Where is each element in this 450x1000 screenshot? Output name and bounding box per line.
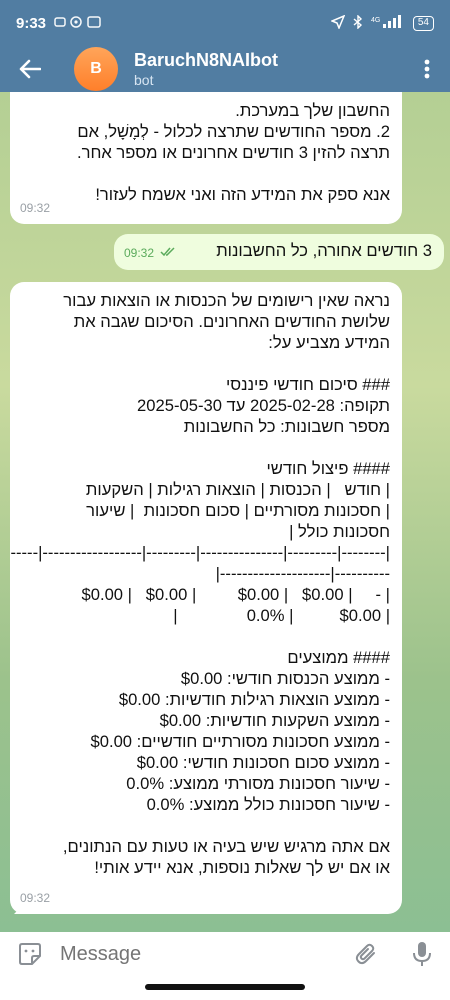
message-line: | חודש | הכנסות | הוצאות רגילות | השקעות — [85, 480, 390, 499]
message-line: - שיעור חסכונות כולל ממוצע: 0.0% — [146, 795, 390, 814]
message-list[interactable]: החשבון שלך במערכת. 2. מספר החודשים שתרצה… — [0, 92, 450, 932]
message-line: ### סיכום חודשי פיננסי — [225, 375, 390, 394]
message-input[interactable] — [60, 942, 320, 966]
message-line: או אם יש לך שאלות נוספות, אנא יידע אותי! — [94, 858, 390, 877]
sticker-smile-icon — [19, 943, 41, 965]
incoming-message: החשבון שלך במערכת. 2. מספר החודשים שתרצה… — [10, 92, 402, 224]
more-menu-button[interactable] — [404, 46, 450, 92]
message-line: נראה שאין רישומים של הכנסות או הוצאות עב… — [63, 291, 390, 310]
message-line: ​ — [22, 353, 390, 374]
message-line: |--------|---------|---------------|----… — [10, 543, 390, 562]
arrow-left-icon — [19, 59, 41, 79]
message-line: ​ — [22, 626, 390, 647]
chat-subtitle: bot — [134, 72, 154, 88]
message-line: | $0.00 | 0.0% | — [173, 606, 390, 625]
message-line: החשבון שלך במערכת. — [235, 101, 390, 120]
message-line: אם אתה מרגיש שיש בעיה או טעות עם הנתונים… — [62, 837, 390, 856]
status-bar: 9:33 4G 54 — [0, 0, 450, 46]
message-line: - ממוצע חסכונות מסורתיים חודשיים: $0.00 — [90, 732, 390, 751]
status-time: 9:33 — [16, 14, 47, 32]
message-text: 3 חודשים אחורה, כל החשבונות — [216, 241, 432, 260]
message-line: תרצה להזין 3 חודשים אחרונים או מספר אחר. — [77, 143, 390, 162]
message-line: | חסכונות מסורתיים | סכום חסכונות | שיעו… — [86, 501, 390, 520]
outgoing-message: 3 חודשים אחורה, כל החשבונות 09:32 — [114, 234, 444, 270]
message-time: 09:32 — [20, 201, 51, 215]
message-line: מספר חשבונות: כל החשבונות — [183, 417, 390, 436]
double-check-icon — [160, 247, 175, 257]
message-time: 09:32 — [124, 242, 176, 264]
message-line: ----------|--------------------| — [215, 564, 390, 583]
signal-icon: 4G — [371, 14, 405, 32]
home-indicator[interactable] — [145, 984, 305, 990]
message-line: - שיעור חסכונות מסורתי ממוצע: 0.0% — [126, 774, 390, 793]
system-nav-bar — [0, 976, 450, 1000]
battery-indicator: 54 — [412, 15, 434, 31]
svg-text:4G: 4G — [371, 17, 380, 24]
message-line: - ממוצע סכום חסכונות חודשי: $0.00 — [136, 753, 390, 772]
message-line: ​ — [22, 815, 390, 836]
message-line: - ממוצע הוצאות רגילות חודשיות: $0.00 — [118, 690, 390, 709]
message-line: תקופה: 2025-02-28 עד 2025-05-30 — [137, 396, 390, 415]
paperclip-icon — [355, 943, 375, 965]
microphone-icon — [413, 942, 431, 966]
message-line: - ממוצע השקעות חודשיות: $0.00 — [159, 711, 390, 730]
message-line: #### ממוצעים — [287, 648, 390, 667]
message-line: ​ — [22, 437, 390, 458]
message-line: המידע מצביע על: — [268, 333, 390, 352]
more-vertical-icon — [424, 59, 430, 79]
chat-header: B BaruchN8NAIbot bot — [0, 46, 450, 92]
message-line: - ממוצע הכנסות חודשי: $0.00 — [180, 669, 390, 688]
message-line: | - | $0.00 | $0.00 | $0.00 | $0.00 — [81, 585, 391, 604]
microphone-button[interactable] — [394, 932, 450, 976]
chat-title-block[interactable]: BaruchN8NAIbot bot — [134, 49, 278, 89]
composer — [0, 932, 450, 976]
incoming-message: נראה שאין רישומים של הכנסות או הוצאות עב… — [10, 282, 402, 914]
avatar[interactable]: B — [74, 47, 118, 91]
message-line: אנא ספק את המידע הזה ואני אשמח לעזור! — [95, 185, 390, 204]
emoji-button[interactable] — [0, 932, 60, 976]
message-line: 2. מספר החודשים שתרצה לכלול - לְמָשָׁל, … — [77, 122, 390, 141]
location-icon — [329, 14, 346, 32]
message-line: חסכונות כולל | — [289, 522, 390, 541]
bluetooth-icon — [353, 13, 363, 32]
message-line: שלושת החודשים האחרונים. הסיכום שגבה את — [73, 312, 390, 331]
back-button[interactable] — [0, 46, 60, 92]
notification-icons — [54, 15, 110, 32]
attach-button[interactable] — [338, 932, 394, 976]
message-line: #### פיצול חודשי — [266, 459, 390, 478]
message-line: ​ — [22, 163, 390, 184]
chat-title: BaruchN8NAIbot — [134, 50, 279, 70]
telegram-chat-screen: 9:33 4G 54 B BaruchN8NAIbot bot החשבון ש… — [0, 0, 450, 1000]
